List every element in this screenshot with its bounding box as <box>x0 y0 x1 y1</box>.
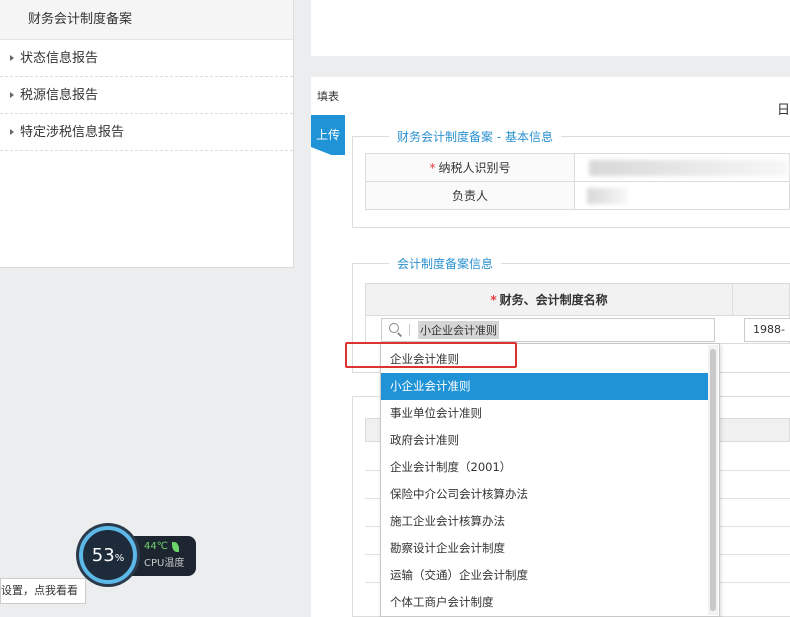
system-name-dropdown[interactable]: 企业会计准则 小企业会计准则 事业单位会计准则 政府会计准则 企业会计制度（20… <box>380 343 720 617</box>
start-date-input[interactable]: 1988- <box>744 318 790 342</box>
sidebar-item-label: 特定涉税信息报告 <box>20 124 125 140</box>
triangle-right-icon <box>10 92 14 98</box>
filing-info-legend: 会计制度备案信息 <box>370 255 502 272</box>
taxpayer-id-value <box>574 153 790 182</box>
sidebar-item-label: 状态信息报告 <box>20 50 99 66</box>
required-mark: * <box>429 161 436 175</box>
sidebar-item-tax-source-report[interactable]: 税源信息报告 <box>0 77 293 114</box>
basic-info-table: * 纳税人识别号 负责人 <box>365 153 790 210</box>
system-name-search-input[interactable]: 小企业会计准则 <box>381 318 715 342</box>
dropdown-option[interactable]: 运输（交通）企业会计制度 <box>381 562 708 589</box>
upload-tab[interactable]: 上传 <box>311 115 345 155</box>
sidebar-item-label: 税源信息报告 <box>20 87 99 103</box>
dropdown-option[interactable]: 事业单位会计准则 <box>381 400 708 427</box>
sidebar-header[interactable]: 财务会计制度备案 <box>0 0 293 40</box>
sidebar-item-specific-tax-report[interactable]: 特定涉税信息报告 <box>0 114 293 151</box>
dropdown-option[interactable]: 个体工商户会计制度 <box>381 589 708 616</box>
divider <box>409 324 410 336</box>
required-mark: * <box>490 293 497 307</box>
search-icon <box>389 323 403 337</box>
top-panel <box>311 0 790 56</box>
sidebar: 财务会计制度备案 状态信息报告 税源信息报告 特定涉税信息报告 <box>0 0 294 268</box>
sidebar-item-status-report[interactable]: 状态信息报告 <box>0 40 293 77</box>
cpu-temperature: 44℃ <box>144 541 196 552</box>
cpu-usage-gauge[interactable]: 53% <box>79 526 137 584</box>
search-input-value: 小企业会计准则 <box>418 321 499 339</box>
dropdown-option-selected[interactable]: 小企业会计准则 <box>381 373 708 400</box>
triangle-right-icon <box>10 55 14 61</box>
dropdown-option[interactable]: 施工企业会计核算办法 <box>381 508 708 535</box>
leaf-icon <box>171 541 179 552</box>
dropdown-option[interactable]: 勘察设计企业会计制度 <box>381 535 708 562</box>
scrollbar-thumb[interactable] <box>710 349 716 611</box>
cpu-usage-value: 53% <box>91 544 125 566</box>
dropdown-option[interactable]: 企业会计制度（2001） <box>381 454 708 481</box>
settings-tooltip[interactable]: 设置，点我看看 <box>0 578 86 604</box>
fill-form-label: 填表 <box>317 90 339 103</box>
system-name-header: * 财务、会计制度名称 <box>365 283 733 316</box>
date-header <box>733 283 790 316</box>
highlight-annotation-box <box>345 342 517 368</box>
responsible-person-value <box>574 181 790 210</box>
date-label-fragment: 日 <box>776 103 790 118</box>
responsible-person-label: 负责人 <box>365 181 575 210</box>
dropdown-scrollbar[interactable] <box>708 345 718 615</box>
basic-info-legend: 财务会计制度备案 - 基本信息 <box>371 128 561 145</box>
cpu-temp-label: CPU温度 <box>144 558 185 569</box>
dropdown-option[interactable]: 政府会计准则 <box>381 427 708 454</box>
triangle-right-icon <box>10 129 14 135</box>
dropdown-option[interactable]: 保险中介公司会计核算办法 <box>381 481 708 508</box>
taxpayer-id-label: * 纳税人识别号 <box>365 153 575 182</box>
